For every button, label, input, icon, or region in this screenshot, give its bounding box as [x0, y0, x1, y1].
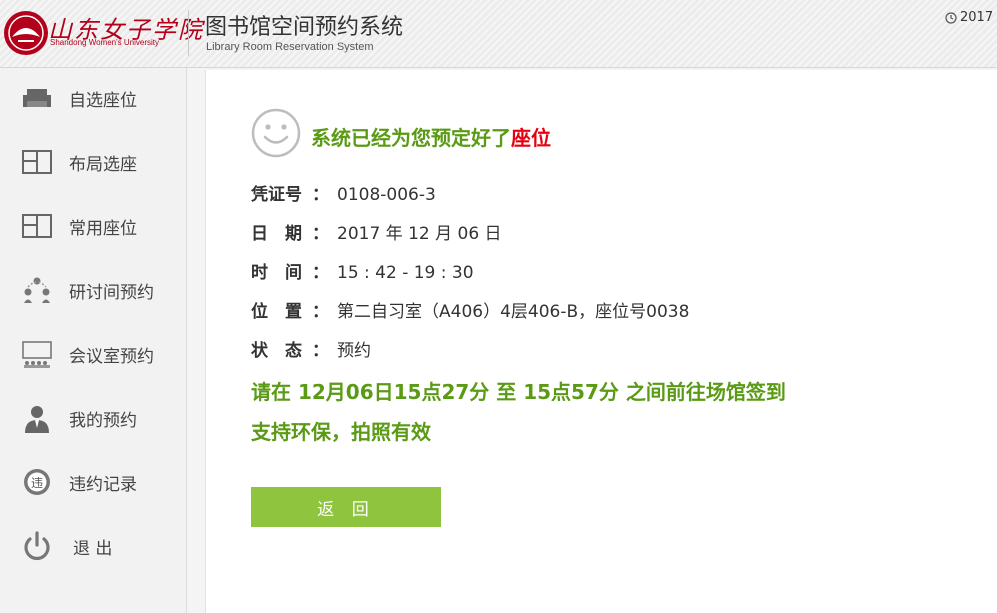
university-logo-icon — [4, 11, 48, 55]
sidebar-item-label: 退 出 — [73, 538, 113, 559]
violation-icon: 违 — [20, 466, 54, 498]
sidebar-item-meeting-room[interactable]: 会议室预约 — [0, 329, 186, 379]
header-divider — [188, 10, 189, 56]
voucher-colon: ： — [312, 185, 329, 205]
success-message-highlight: 座位 — [511, 126, 551, 150]
sidebar-item-label: 自选座位 — [69, 90, 137, 111]
layout-icon — [20, 210, 54, 242]
date-value: 2017 年 12 月 06 日 — [337, 224, 502, 244]
logo-english-text: Shandong Women's University — [50, 38, 159, 47]
sidebar-item-label: 违约记录 — [69, 474, 137, 495]
status-label: 状 态 — [251, 341, 302, 361]
voucher-label: 凭证号 — [251, 185, 302, 205]
location-value: 第二自习室（A406）4层406-B，座位号0038 — [337, 302, 690, 322]
location-colon: ： — [312, 302, 329, 322]
voucher-value: 0108-006-3 — [337, 185, 436, 205]
sidebar-item-discussion-room[interactable]: 研讨间预约 — [0, 265, 186, 315]
voucher-row: 凭证号 ： 0108-006-3 — [251, 180, 436, 205]
group-icon — [20, 274, 54, 306]
sidebar: 自选座位 布局选座 常用座位 研讨间预约 会议室预约 我的预约 违 违约记录 退… — [0, 68, 187, 613]
power-icon — [20, 530, 54, 562]
clock-icon — [945, 11, 957, 24]
sidebar-item-label: 会议室预约 — [69, 346, 154, 367]
time-value: 15 : 42 - 19 : 30 — [337, 263, 474, 283]
svg-text:违: 违 — [31, 476, 43, 490]
sidebar-item-layout-seat[interactable]: 布局选座 — [0, 137, 186, 187]
status-value: 预约 — [337, 341, 371, 361]
status-row: 状 态 ： 预约 — [251, 336, 371, 361]
checkin-notice: 请在 12月06日15点27分 至 15点57分 之间前往场馆签到 — [251, 380, 786, 404]
success-message-text: 系统已经为您预定好了 — [311, 126, 511, 150]
layout-icon — [20, 146, 54, 178]
sidebar-item-label: 我的预约 — [69, 410, 137, 431]
clock: 2017 — [945, 10, 993, 25]
meeting-room-icon — [20, 338, 54, 370]
smiley-icon — [251, 108, 301, 158]
time-row: 时 间 ： 15 : 42 - 19 : 30 — [251, 258, 474, 283]
system-subtitle: Library Room Reservation System — [206, 41, 374, 53]
system-title: 图书馆空间预约系统 — [205, 15, 404, 40]
sidebar-item-my-reservation[interactable]: 我的预约 — [0, 393, 186, 443]
sidebar-item-frequent-seat[interactable]: 常用座位 — [0, 201, 186, 251]
status-colon: ： — [312, 341, 329, 361]
sidebar-item-label: 常用座位 — [69, 218, 137, 239]
sidebar-item-logout[interactable]: 退 出 — [0, 521, 186, 571]
sidebar-item-label: 布局选座 — [69, 154, 137, 175]
sidebar-item-violation-record[interactable]: 违 违约记录 — [0, 457, 186, 507]
success-message: 系统已经为您预定好了座位 — [311, 122, 551, 151]
date-row: 日 期 ： 2017 年 12 月 06 日 — [251, 219, 502, 244]
user-icon — [20, 402, 54, 434]
back-button[interactable]: 返 回 — [251, 487, 441, 527]
location-row: 位 置 ： 第二自习室（A406）4层406-B，座位号0038 — [251, 297, 689, 322]
sidebar-item-select-seat[interactable]: 自选座位 — [0, 73, 186, 123]
date-colon: ： — [312, 224, 329, 244]
reservation-result-panel: 系统已经为您预定好了座位 凭证号 ： 0108-006-3 日 期 ： 2017 年 1… — [205, 70, 997, 613]
clock-text: 2017 — [960, 10, 994, 25]
header: 山东女子学院 Shandong Women's University 图书馆空间… — [0, 0, 997, 68]
date-label: 日 期 — [251, 224, 302, 244]
sofa-icon — [20, 82, 54, 114]
sidebar-item-label: 研讨间预约 — [69, 282, 154, 303]
time-colon: ： — [312, 263, 329, 283]
location-label: 位 置 — [251, 302, 302, 322]
time-label: 时 间 — [251, 263, 302, 283]
eco-notice: 支持环保，拍照有效 — [251, 420, 431, 444]
